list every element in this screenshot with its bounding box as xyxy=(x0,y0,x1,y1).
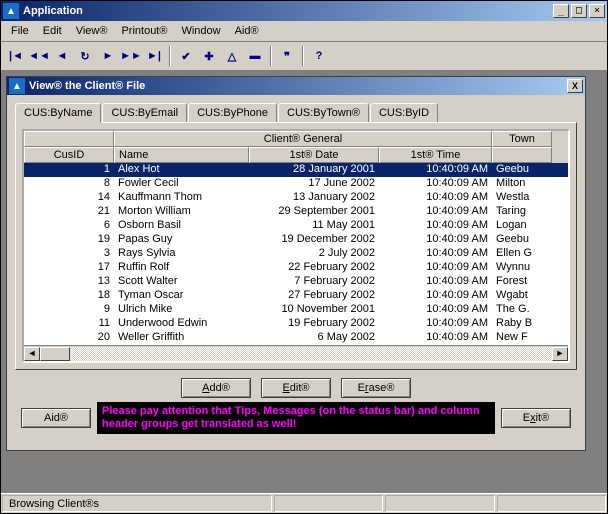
col-group-general: Client® General xyxy=(114,131,492,147)
quote-icon[interactable]: ❞ xyxy=(276,45,298,67)
plus-icon[interactable]: ✚ xyxy=(198,45,220,67)
table-row[interactable]: 20Weller Griffith6 May 200210:40:09 AMNe… xyxy=(24,331,568,345)
nav-rewind-icon[interactable]: ◄◄ xyxy=(28,45,50,67)
tab-byphone[interactable]: CUS:ByPhone xyxy=(188,103,277,122)
app-title: Application xyxy=(23,5,553,17)
menu-view[interactable]: View® xyxy=(70,23,114,39)
nav-first-icon[interactable]: |◄ xyxy=(5,45,27,67)
nav-next-icon[interactable]: ► xyxy=(97,45,119,67)
scroll-track[interactable] xyxy=(40,347,552,361)
tab-panel: Client® General Town CusID Name 1st® Dat… xyxy=(15,122,577,370)
col-cusid[interactable]: CusID xyxy=(24,147,114,163)
child-close-button[interactable]: X xyxy=(567,79,583,93)
help-icon[interactable]: ? xyxy=(308,45,330,67)
menu-edit[interactable]: Edit xyxy=(37,23,68,39)
table-row[interactable]: 17Ruffin Rolf22 February 200210:40:09 AM… xyxy=(24,261,568,275)
toolbar-separator xyxy=(270,46,272,66)
toolbar-separator xyxy=(302,46,304,66)
menu-file[interactable]: File xyxy=(5,23,35,39)
app-titlebar: ▲ Application _ □ × xyxy=(1,1,607,21)
bottom-row: Aid® Please pay attention that Tips, Mes… xyxy=(15,402,577,442)
scroll-right-icon[interactable]: ► xyxy=(552,347,568,361)
data-grid[interactable]: Client® General Town CusID Name 1st® Dat… xyxy=(22,129,570,363)
child-titlebar: ▲ View® the Client® File X xyxy=(7,77,585,95)
status-panel-2 xyxy=(274,495,383,512)
toolbar: |◄ ◄◄ ◄ ↻ ► ►► ►| ✔ ✚ △ ▬ ❞ ? xyxy=(1,42,607,71)
col-name[interactable]: Name xyxy=(114,147,249,163)
tab-strip: CUS:ByName CUS:ByEmail CUS:ByPhone CUS:B… xyxy=(15,103,577,122)
toolbar-separator xyxy=(169,46,171,66)
nav-forward-icon[interactable]: ►► xyxy=(120,45,142,67)
tab-byemail[interactable]: CUS:ByEmail xyxy=(102,103,187,122)
tips-message: Please pay attention that Tips, Messages… xyxy=(97,402,495,434)
scroll-left-icon[interactable]: ◄ xyxy=(24,347,40,361)
table-row[interactable]: 11Underwood Edwin19 February 200210:40:0… xyxy=(24,317,568,331)
tab-bytown[interactable]: CUS:ByTown® xyxy=(278,103,369,122)
app-icon: ▲ xyxy=(3,3,19,19)
tab-byname[interactable]: CUS:ByName xyxy=(15,103,101,123)
add-button[interactable]: Add® xyxy=(181,378,251,398)
application-window: ▲ Application _ □ × File Edit View® Prin… xyxy=(0,0,608,514)
status-bar: Browsing Client®s xyxy=(1,493,607,513)
status-panel-4 xyxy=(497,495,606,512)
table-row[interactable]: 1Alex Hot28 January 200110:40:09 AMGeebu xyxy=(24,163,568,177)
table-row[interactable]: 9Ulrich Mike10 November 200110:40:09 AMT… xyxy=(24,303,568,317)
nav-refresh-icon[interactable]: ↻ xyxy=(74,45,96,67)
table-row[interactable]: 8Fowler Cecil17 June 200210:40:09 AMMilt… xyxy=(24,177,568,191)
tab-byid[interactable]: CUS:ByID xyxy=(370,103,438,122)
edit-button[interactable]: Edit® xyxy=(261,378,331,398)
mdi-workspace: ▲ View® the Client® File X CUS:ByName CU… xyxy=(1,71,607,493)
status-panel-3 xyxy=(385,495,494,512)
child-title: View® the Client® File xyxy=(29,80,567,92)
triangle-up-icon[interactable]: △ xyxy=(221,45,243,67)
horizontal-scrollbar[interactable]: ◄ ► xyxy=(24,345,568,361)
table-row[interactable]: 18Tyman Oscar27 February 200210:40:09 AM… xyxy=(24,289,568,303)
scroll-thumb[interactable] xyxy=(40,347,70,361)
nav-prev-icon[interactable]: ◄ xyxy=(51,45,73,67)
minimize-button[interactable]: _ xyxy=(553,4,569,18)
col-group-spacer xyxy=(24,131,114,147)
crud-button-row: Add® Edit® Erase® xyxy=(15,370,577,402)
menu-window[interactable]: Window xyxy=(175,23,226,39)
table-row[interactable]: 13Scott Walter7 February 200210:40:09 AM… xyxy=(24,275,568,289)
table-row[interactable]: 6Osborn Basil11 May 200110:40:09 AMLogan xyxy=(24,219,568,233)
status-text: Browsing Client®s xyxy=(2,495,272,512)
table-row[interactable]: 19Papas Guy19 December 200210:40:09 AMGe… xyxy=(24,233,568,247)
close-button[interactable]: × xyxy=(589,4,605,18)
aid-button[interactable]: Aid® xyxy=(21,408,91,428)
table-row[interactable]: 3Rays Sylvia2 July 200210:40:09 AMEllen … xyxy=(24,247,568,261)
exit-button[interactable]: Exit® xyxy=(501,408,571,428)
check-icon[interactable]: ✔ xyxy=(175,45,197,67)
col-town[interactable] xyxy=(492,147,552,163)
col-group-town: Town xyxy=(492,131,552,147)
menu-aid[interactable]: Aid® xyxy=(229,23,265,39)
erase-button[interactable]: Erase® xyxy=(341,378,411,398)
col-time[interactable]: 1st® Time xyxy=(379,147,492,163)
child-icon: ▲ xyxy=(9,78,25,94)
nav-last-icon[interactable]: ►| xyxy=(143,45,165,67)
table-row[interactable]: 14Kauffmann Thom13 January 200210:40:09 … xyxy=(24,191,568,205)
menu-printout[interactable]: Printout® xyxy=(115,23,173,39)
minus-icon[interactable]: ▬ xyxy=(244,45,266,67)
table-row[interactable]: 21Morton William29 September 200110:40:0… xyxy=(24,205,568,219)
client-file-window: ▲ View® the Client® File X CUS:ByName CU… xyxy=(6,76,586,451)
grid-body[interactable]: 1Alex Hot28 January 200110:40:09 AMGeebu… xyxy=(24,163,568,345)
menubar: File Edit View® Printout® Window Aid® xyxy=(1,21,607,42)
maximize-button[interactable]: □ xyxy=(571,4,587,18)
col-date[interactable]: 1st® Date xyxy=(249,147,379,163)
